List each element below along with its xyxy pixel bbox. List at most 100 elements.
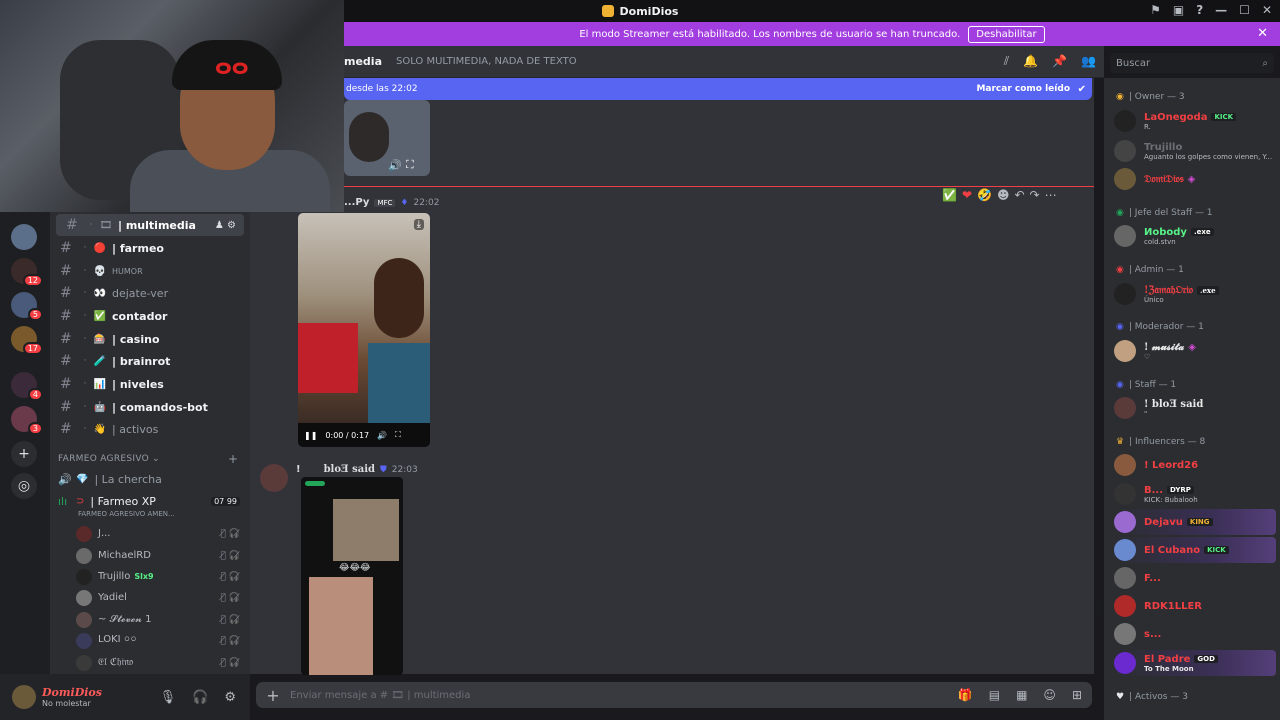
- invite-icon[interactable]: ♟ ⚙: [215, 220, 236, 231]
- volume-icon[interactable]: 🔊: [377, 431, 387, 440]
- inbox-icon[interactable]: ▣: [1173, 3, 1184, 17]
- pause-icon[interactable]: ❚❚: [304, 431, 317, 440]
- avatar[interactable]: [12, 685, 36, 709]
- channel-humor[interactable]: # · 💀 HUMOR: [50, 260, 250, 282]
- voice-member[interactable]: Trujillo Slx9 🎙̸ 🎧̸: [76, 566, 240, 587]
- apps-icon[interactable]: ⊞: [1072, 688, 1082, 702]
- new-messages-bar[interactable]: desde las 22:02 Marcar como leído ✔: [344, 78, 1092, 100]
- server-icon[interactable]: [11, 406, 43, 435]
- message-input[interactable]: + Enviar mensaje a # 🎞 | multimedia 🎁 ▤ …: [256, 682, 1092, 708]
- voice-member[interactable]: 𝔈𝔩 ℭ𝔥𝔦𝔫𝔬 🎙̸ 🎧̸: [76, 652, 240, 673]
- image-attachment[interactable]: 😂😂😂: [301, 477, 403, 675]
- emoji-icon: 😂😂😂: [339, 563, 371, 573]
- microphone-icon[interactable]: 🎙: [160, 690, 177, 705]
- role-header-owner: ◉ | Owner — 3: [1116, 92, 1185, 102]
- search-input[interactable]: Buscar ⌕: [1110, 53, 1274, 73]
- channel-dejate-ver[interactable]: # · 👀 dejate-ver: [50, 282, 250, 304]
- close-window-icon[interactable]: ✕: [1262, 3, 1272, 17]
- role-header-jefe: ◉ | Jefe del Staff — 1: [1116, 208, 1213, 218]
- message-author[interactable]: ...Py: [344, 197, 369, 208]
- bell-icon[interactable]: 🔔: [1023, 54, 1038, 69]
- download-icon[interactable]: ⤓: [413, 219, 424, 230]
- scrollbar[interactable]: [1096, 596, 1101, 616]
- fullscreen-icon[interactable]: ⛶: [395, 430, 401, 440]
- gif-icon[interactable]: ▤: [989, 688, 1000, 702]
- channel-title: media: [344, 55, 382, 68]
- member-item[interactable]: ! bloƎ said ": [1114, 395, 1276, 421]
- member-item[interactable]: B... DYRP KICK: Bubalooh: [1114, 481, 1276, 507]
- member-item[interactable]: RDK1LLER: [1114, 593, 1276, 619]
- voice-member[interactable]: J... 🎙̸ 🎧̸: [76, 523, 240, 544]
- server-icon[interactable]: [11, 224, 37, 250]
- video-player[interactable]: ⤓ ❚❚ 0:00 / 0:17 🔊 ⛶: [298, 213, 430, 447]
- help-icon[interactable]: ?: [1196, 3, 1203, 17]
- voice-member[interactable]: ~ 𝓢𝓽𝓮𝓿𝓮𝓷 1 🎙̸ 🎧̸: [76, 609, 240, 630]
- attach-plus-icon[interactable]: +: [256, 686, 290, 705]
- server-icon[interactable]: [11, 258, 43, 287]
- minimize-icon[interactable]: —: [1215, 3, 1227, 17]
- message-author[interactable]: bloƎ said: [324, 464, 375, 475]
- add-server-icon[interactable]: +: [11, 441, 37, 467]
- member-item[interactable]: 𝔇𝔬𝔪𝔦𝔇𝔦𝔬𝔰 ◈: [1114, 166, 1276, 192]
- timestamp: 22:03: [391, 464, 418, 475]
- heart-reaction-icon[interactable]: ❤: [962, 188, 972, 202]
- forward-icon[interactable]: ↷: [1030, 188, 1040, 202]
- voice-channel-farmeo-xp[interactable]: ılı ⊃ | Farmeo XP 07 99: [58, 490, 244, 512]
- mute-icon: 🎙̸ 🎧̸: [220, 571, 240, 582]
- server-icon[interactable]: [11, 292, 43, 321]
- member-item[interactable]: Trujillo Aguanto los golpes como vienen, …: [1114, 138, 1276, 164]
- channel-brainrot[interactable]: # · 🧪 | brainrot: [50, 350, 250, 372]
- member-item[interactable]: El Padre GOD To The Moon: [1114, 650, 1276, 676]
- member-item[interactable]: s...: [1114, 621, 1276, 647]
- discover-icon[interactable]: ◎: [11, 473, 37, 499]
- member-list: ◉ | Owner — 3 LaOnegoda KICK R. Trujillo Agu…: [1104, 78, 1280, 720]
- member-item[interactable]: LaOnegoda KICK R.: [1114, 108, 1276, 134]
- channel-farmeo[interactable]: # · 🔴 | farmeo: [50, 237, 250, 259]
- voice-member[interactable]: Yadiel 🎙̸ 🎧̸: [76, 587, 240, 608]
- member-item[interactable]: Иobody .exe cold.stvn: [1114, 223, 1276, 249]
- check-reaction-icon[interactable]: ✅: [942, 188, 957, 202]
- gift-icon[interactable]: 🎁: [958, 688, 973, 702]
- member-item[interactable]: F...: [1114, 565, 1276, 591]
- pin-icon[interactable]: 📌: [1052, 54, 1067, 69]
- avatar[interactable]: [260, 464, 288, 492]
- voice-channel-la-chercha[interactable]: 🔊 💎 | La chercha: [58, 468, 244, 490]
- channel-activos[interactable]: # · 👋 | activos: [50, 418, 250, 440]
- voice-member[interactable]: LOKI ০০ 🎙̸ 🎧̸: [76, 630, 240, 651]
- member-item[interactable]: Dejavu KING: [1114, 509, 1276, 535]
- member-item[interactable]: !ℨ𝔞𝔪𝔞𝔥𝔒𝔯𝔦𝔬 .exe Único: [1114, 281, 1276, 307]
- server-tag: MFC: [374, 198, 396, 207]
- maximize-icon[interactable]: ☐: [1239, 3, 1250, 17]
- headphones-icon[interactable]: 🎧: [192, 690, 208, 705]
- emoji-picker-icon[interactable]: ☺: [1043, 688, 1056, 702]
- member-item[interactable]: ! 𝓶𝓾𝓼𝓲𝓽𝓪 ◈ ♡: [1114, 338, 1276, 364]
- members-icon[interactable]: 👥: [1081, 54, 1096, 69]
- member-item[interactable]: El Cubano KICK: [1114, 537, 1276, 563]
- flag-icon[interactable]: ⚑: [1150, 3, 1161, 17]
- server-list: + ◎: [0, 212, 50, 674]
- add-reaction-icon[interactable]: ☻: [997, 188, 1010, 202]
- channel-contador[interactable]: # · ✅ contador: [50, 305, 250, 327]
- mark-as-read-button[interactable]: Marcar como leído: [976, 84, 1070, 94]
- member-item[interactable]: ! Leord26: [1114, 452, 1276, 478]
- channel-niveles[interactable]: # · 📊 | niveles: [50, 373, 250, 395]
- role-header-staff: ◉ | Staff — 1: [1116, 380, 1177, 390]
- category-farmeo-agresivo[interactable]: FARMEO AGRESIVO ⌄: [58, 454, 160, 464]
- channel-comandos-bot[interactable]: # · 🤖 | comandos-bot: [50, 396, 250, 418]
- server-icon[interactable]: [11, 372, 43, 401]
- threads-icon[interactable]: ⫽: [1004, 54, 1009, 69]
- close-icon[interactable]: ✕: [1257, 26, 1268, 41]
- more-icon[interactable]: ⋯: [1045, 188, 1057, 202]
- channel-casino[interactable]: # · 🎰 | casino: [50, 328, 250, 350]
- reply-icon[interactable]: ↶: [1014, 188, 1024, 202]
- add-channel-icon[interactable]: +: [228, 452, 238, 466]
- server-icon[interactable]: [11, 326, 43, 355]
- video-thumbnail[interactable]: 🔊 ⛶: [344, 100, 430, 176]
- settings-gear-icon[interactable]: ⚙: [224, 690, 236, 705]
- laugh-reaction-icon[interactable]: 🤣: [977, 188, 992, 202]
- channel-multimedia[interactable]: # · 🎞 | multimedia ♟ ⚙: [56, 214, 244, 236]
- voice-member[interactable]: MichaelRD 🎙̸ 🎧̸: [76, 545, 240, 566]
- shield-icon: ⛊: [380, 464, 387, 475]
- disable-button[interactable]: Deshabilitar: [968, 25, 1045, 43]
- sticker-icon[interactable]: ▦: [1016, 688, 1027, 702]
